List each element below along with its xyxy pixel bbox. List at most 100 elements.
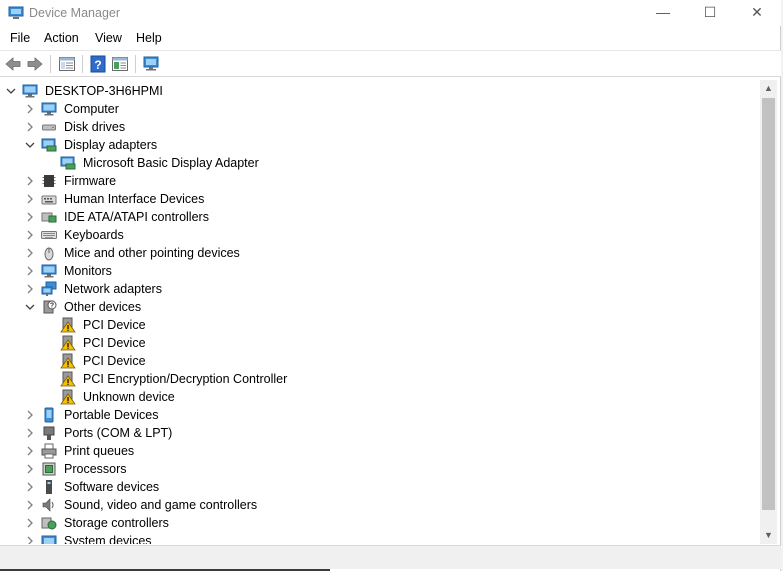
toolbar: ? xyxy=(0,50,781,77)
expand-chevron-icon[interactable] xyxy=(25,283,35,294)
expand-chevron-icon[interactable] xyxy=(25,265,35,276)
expand-chevron-icon[interactable] xyxy=(25,463,35,474)
tree-node-storage-controllers[interactable]: Storage controllers xyxy=(0,514,760,532)
collapse-chevron-icon[interactable] xyxy=(25,139,35,149)
console-tree-icon[interactable] xyxy=(58,55,76,73)
expand-chevron-icon[interactable] xyxy=(25,535,35,544)
storage-controller-icon xyxy=(41,515,57,531)
tree-node-software-devices[interactable]: Software devices xyxy=(0,478,760,496)
tree-node-network-adapters[interactable]: Network adapters xyxy=(0,280,760,298)
tree-node-label: DESKTOP-3H6HPMI xyxy=(45,84,163,98)
minimize-button[interactable]: — xyxy=(640,0,686,26)
tree-node-desktop-3h6hpmi[interactable]: DESKTOP-3H6HPMI xyxy=(0,82,760,100)
tree-node-label: Software devices xyxy=(64,480,160,494)
expand-chevron-icon[interactable] xyxy=(25,481,35,492)
forward-arrow-icon[interactable] xyxy=(26,55,44,73)
tree-node-label: Portable Devices xyxy=(64,408,159,422)
tree-node-label: Other devices xyxy=(64,300,142,314)
keyboard-icon xyxy=(41,227,57,243)
tree-node-label: PCI Device xyxy=(83,318,146,332)
tree-node-pci-device[interactable]: PCI Device xyxy=(0,352,760,370)
tree-node-system-devices[interactable]: System devices xyxy=(0,532,760,544)
tree-node-pci-device[interactable]: PCI Device xyxy=(0,316,760,334)
tree-node-monitors[interactable]: Monitors xyxy=(0,262,760,280)
scroll-up-arrow-icon[interactable]: ▲ xyxy=(760,80,777,97)
tree-node-label: IDE ATA/ATAPI controllers xyxy=(64,210,209,224)
toolbar-separator xyxy=(135,55,136,73)
tree-node-firmware[interactable]: Firmware xyxy=(0,172,760,190)
tree-node-microsoft-basic-display-adapter[interactable]: Microsoft Basic Display Adapter xyxy=(0,154,760,172)
tree-node-mice-and-other-pointing-devices[interactable]: Mice and other pointing devices xyxy=(0,244,760,262)
tree-node-computer[interactable]: Computer xyxy=(0,100,760,118)
menu-view[interactable]: View xyxy=(95,31,122,45)
tree-node-other-devices[interactable]: ? Other devices xyxy=(0,298,760,316)
expand-chevron-icon[interactable] xyxy=(25,121,35,132)
tree-node-label: Firmware xyxy=(64,174,117,188)
svg-text:?: ? xyxy=(50,303,54,310)
scrollbar-thumb[interactable] xyxy=(762,98,775,510)
tree-node-keyboards[interactable]: Keyboards xyxy=(0,226,760,244)
tree-node-ports-com-lpt[interactable]: Ports (COM & LPT) xyxy=(0,424,760,442)
tree-node-human-interface-devices[interactable]: Human Interface Devices xyxy=(0,190,760,208)
tree-node-pci-encryption-decryption-controller[interactable]: PCI Encryption/Decryption Controller xyxy=(0,370,760,388)
tree-node-disk-drives[interactable]: Disk drives xyxy=(0,118,760,136)
device-manager-window: Device Manager — ☐ ✕ File Action View He… xyxy=(0,0,781,571)
expand-chevron-icon[interactable] xyxy=(25,193,35,204)
expand-chevron-icon[interactable] xyxy=(25,229,35,240)
device-manager-app-icon xyxy=(8,6,24,19)
tree-node-label: Keyboards xyxy=(64,228,124,242)
root-computer-icon xyxy=(22,83,38,99)
expand-chevron-icon[interactable] xyxy=(25,175,35,186)
tree-node-print-queues[interactable]: Print queues xyxy=(0,442,760,460)
tree-node-label: Print queues xyxy=(64,444,135,458)
processor-icon xyxy=(41,461,57,477)
scroll-down-arrow-icon[interactable]: ▼ xyxy=(760,527,777,544)
back-arrow-icon[interactable] xyxy=(4,55,22,73)
expand-chevron-icon[interactable] xyxy=(25,517,35,528)
tree-node-unknown-device[interactable]: Unknown device xyxy=(0,388,760,406)
tree-node-ide-ata-atapi-controllers[interactable]: IDE ATA/ATAPI controllers xyxy=(0,208,760,226)
tree-node-label: System devices xyxy=(64,534,152,544)
status-bar xyxy=(0,545,781,569)
title-bar[interactable]: Device Manager — ☐ ✕ xyxy=(0,0,781,26)
collapse-chevron-icon[interactable] xyxy=(25,301,35,311)
warning-device-icon xyxy=(60,335,76,351)
collapse-chevron-icon[interactable] xyxy=(6,85,16,95)
tree-node-label: Disk drives xyxy=(64,120,126,134)
device-tree[interactable]: DESKTOP-3H6HPMI Computer Disk drives Displa… xyxy=(0,80,760,544)
help-icon[interactable]: ? xyxy=(89,55,107,73)
disk-drive-icon xyxy=(41,119,57,135)
menu-action[interactable]: Action xyxy=(44,31,79,45)
toolbar-separator xyxy=(82,55,83,73)
sound-icon xyxy=(41,497,57,513)
warning-device-icon xyxy=(60,371,76,387)
expand-chevron-icon[interactable] xyxy=(25,409,35,420)
properties-icon[interactable] xyxy=(111,55,129,73)
close-button[interactable]: ✕ xyxy=(734,0,780,26)
expand-chevron-icon[interactable] xyxy=(25,445,35,456)
tree-node-label: Computer xyxy=(64,102,119,116)
display-adapter-icon xyxy=(41,137,57,153)
tree-node-processors[interactable]: Processors xyxy=(0,460,760,478)
expand-chevron-icon[interactable] xyxy=(25,247,35,258)
tree-node-portable-devices[interactable]: Portable Devices xyxy=(0,406,760,424)
expand-chevron-icon[interactable] xyxy=(25,499,35,510)
tree-node-pci-device[interactable]: PCI Device xyxy=(0,334,760,352)
expand-chevron-icon[interactable] xyxy=(25,103,35,114)
software-device-icon xyxy=(41,479,57,495)
menu-file[interactable]: File xyxy=(10,31,30,45)
tree-node-label: Human Interface Devices xyxy=(64,192,205,206)
warning-device-icon xyxy=(60,353,76,369)
toolbar-separator xyxy=(50,55,51,73)
menu-help[interactable]: Help xyxy=(136,31,162,45)
monitor-scan-icon[interactable] xyxy=(142,55,160,73)
svg-text:?: ? xyxy=(94,58,101,72)
vertical-scrollbar[interactable]: ▲ ▼ xyxy=(760,80,777,544)
maximize-button[interactable]: ☐ xyxy=(687,0,733,26)
tree-node-label: Monitors xyxy=(64,264,112,278)
tree-node-label: PCI Device xyxy=(83,336,146,350)
tree-node-sound-video-and-game-controllers[interactable]: Sound, video and game controllers xyxy=(0,496,760,514)
tree-node-display-adapters[interactable]: Display adapters xyxy=(0,136,760,154)
expand-chevron-icon[interactable] xyxy=(25,211,35,222)
expand-chevron-icon[interactable] xyxy=(25,427,35,438)
